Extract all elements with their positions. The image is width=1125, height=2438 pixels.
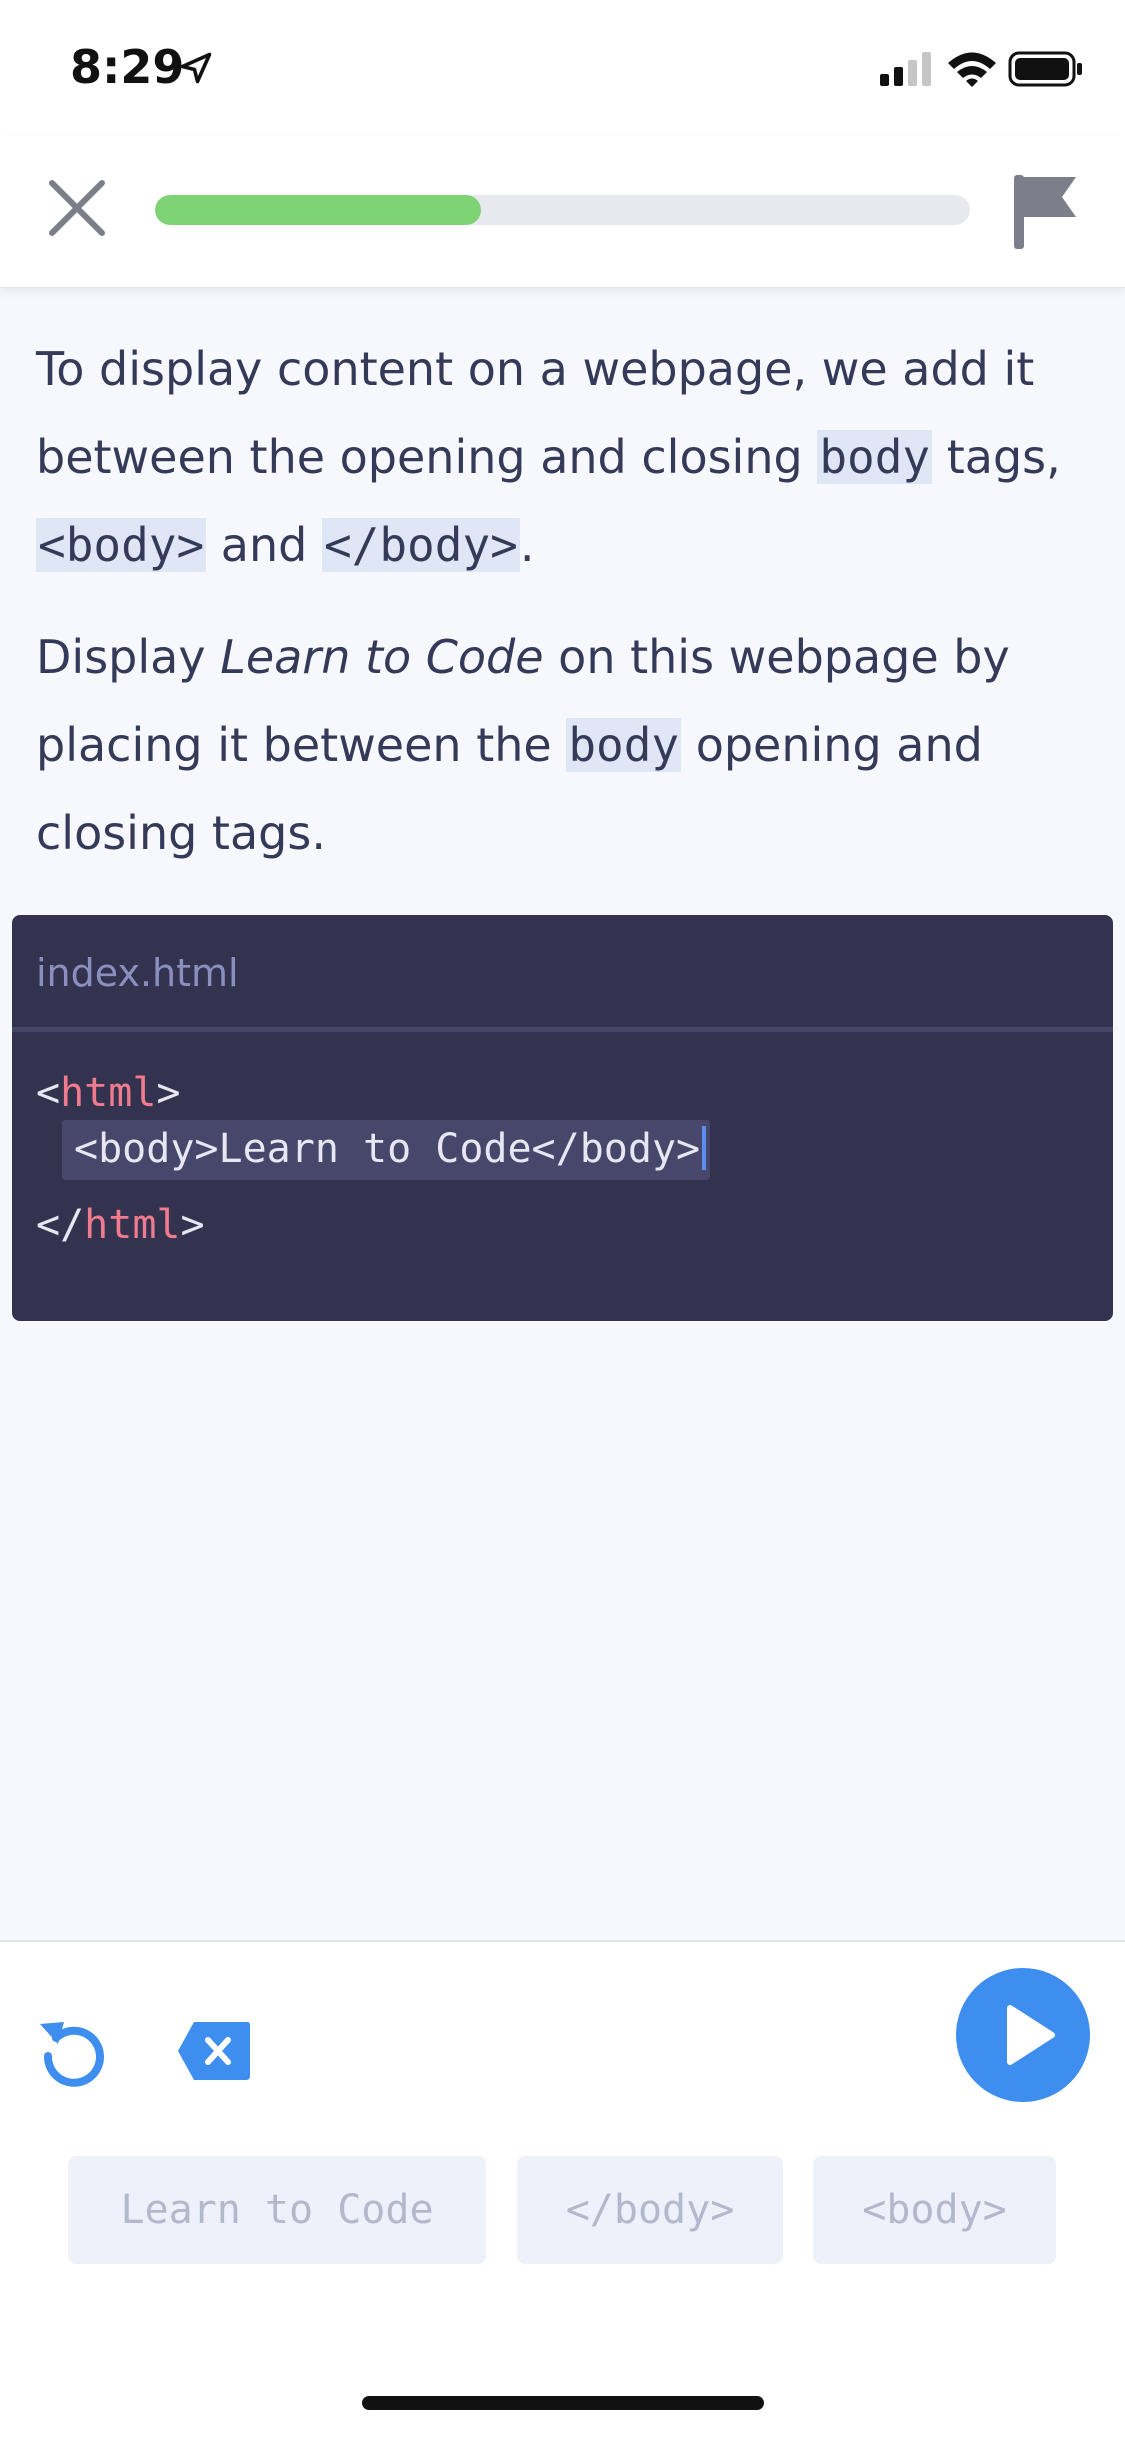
file-name: index.html (36, 951, 239, 995)
lesson-progress-bar (155, 195, 970, 225)
reset-icon[interactable] (34, 2012, 114, 2092)
close-icon[interactable] (44, 175, 110, 241)
token-body-close[interactable]: </body> (517, 2156, 783, 2264)
emphasis-text: Learn to Code (220, 630, 544, 684)
token-learn-to-code[interactable]: Learn to Code (68, 2156, 486, 2264)
inline-code: <body> (36, 518, 207, 572)
code-token-options: Learn to Code </body> <body> (0, 2156, 1125, 2266)
battery-icon (1008, 51, 1082, 87)
code-line-body[interactable]: <body>Learn to Code</body> (62, 1120, 711, 1180)
instruction-paragraph-1: To display content on a webpage, we add … (36, 342, 1061, 572)
text-cursor (702, 1126, 707, 1170)
cellular-signal-icon (880, 52, 931, 86)
status-bar: 8:29 (0, 0, 1125, 135)
location-arrow-icon (180, 52, 212, 84)
wifi-icon (948, 52, 996, 87)
flag-icon[interactable] (1012, 173, 1080, 251)
inline-code: </body> (321, 518, 520, 572)
status-time: 8:29 (70, 40, 185, 94)
code-line-html-close: </html> (36, 1202, 205, 1248)
home-indicator (362, 2396, 764, 2410)
answer-panel: Learn to Code </body> <body> (0, 1940, 1125, 2438)
run-button[interactable] (956, 1968, 1090, 2102)
lesson-header (0, 135, 1125, 288)
code-editor: index.html <html> <body>Learn to Code</b… (12, 915, 1113, 1321)
backspace-icon[interactable] (176, 2020, 252, 2082)
token-body-open[interactable]: <body> (813, 2156, 1056, 2264)
editor-file-tab: index.html (12, 915, 1113, 1032)
play-icon (1007, 2005, 1055, 2065)
inline-code: body (817, 430, 933, 484)
inline-code: body (566, 718, 682, 772)
code-line-html-open: <html> (36, 1070, 181, 1116)
instruction-paragraph-2: Display Learn to Code on this webpage by… (36, 630, 1010, 860)
lesson-progress-fill (155, 195, 481, 225)
lesson-instructions: To display content on a webpage, we add … (36, 325, 1096, 901)
